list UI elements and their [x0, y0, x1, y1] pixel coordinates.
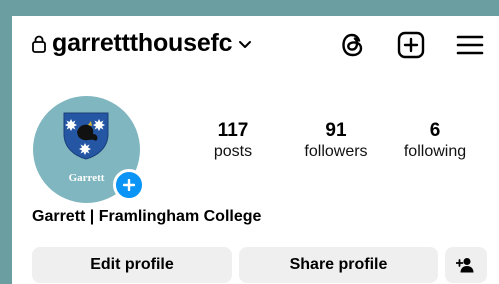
add-person-icon	[456, 258, 474, 273]
edit-profile-button[interactable]: Edit profile	[32, 247, 232, 283]
plus-icon	[123, 179, 135, 191]
stat-posts[interactable]: 117 posts	[206, 120, 260, 162]
username: garrettthousefc	[52, 29, 233, 57]
following-count: 6	[429, 120, 441, 141]
chevron-down-icon	[239, 41, 252, 48]
hamburger-menu-icon[interactable]	[455, 30, 485, 60]
threads-icon[interactable]	[338, 30, 368, 60]
stat-followers[interactable]: 91 followers	[291, 120, 381, 162]
display-name: Garrett | Framlingham College	[32, 208, 262, 225]
profile-screen: garrettthousefc Garrett 117 posts 91 fol…	[12, 16, 499, 284]
lock-icon	[32, 35, 46, 53]
account-switcher[interactable]: garrettthousefc	[32, 29, 252, 58]
followers-label: followers	[304, 143, 368, 160]
posts-count: 117	[217, 120, 249, 141]
share-profile-button[interactable]: Share profile	[239, 247, 438, 283]
add-story-button[interactable]	[113, 169, 145, 201]
posts-label: posts	[213, 143, 253, 160]
plus-square-icon[interactable]	[396, 30, 426, 60]
following-label: following	[403, 143, 467, 160]
profile-header: garrettthousefc	[12, 16, 499, 78]
stat-following[interactable]: 6 following	[395, 120, 475, 162]
crest-logo	[63, 112, 109, 160]
discover-people-button[interactable]	[445, 247, 487, 283]
followers-count: 91	[325, 120, 347, 141]
